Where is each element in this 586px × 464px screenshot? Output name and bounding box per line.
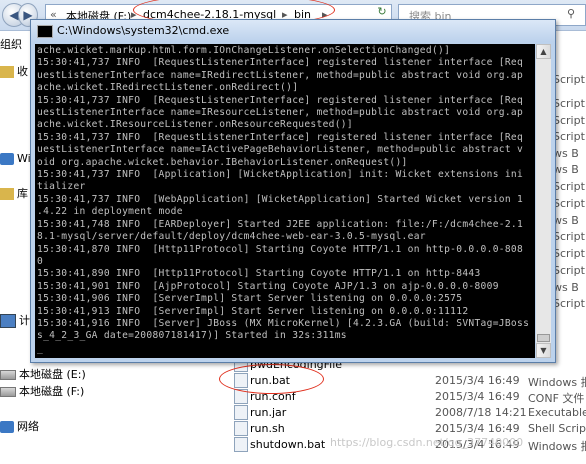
organize-menu[interactable]: 组织 bbox=[0, 36, 22, 52]
organize-label: 组织 bbox=[0, 38, 22, 51]
console-line: 15:30:41,890 INFO [Http11Protocol] Start… bbox=[37, 268, 481, 280]
console-line: 15:30:41,748 INFO [EARDeployer] Started … bbox=[37, 218, 524, 230]
file-type-text: Script bbox=[553, 297, 585, 310]
sidebar-item-library[interactable]: 库 bbox=[0, 185, 28, 201]
file-type-text: Script bbox=[553, 197, 585, 210]
network-icon bbox=[0, 153, 14, 165]
file-type: Windows 批 bbox=[528, 440, 586, 453]
file-name: run.sh bbox=[250, 422, 285, 435]
refresh-icon[interactable]: ↻ bbox=[374, 4, 390, 20]
sidebar-item-label: 库 bbox=[17, 187, 28, 200]
console-line: ache.wicket.IRedirectListener.onRedirect… bbox=[37, 82, 299, 94]
file-type-text: ws B bbox=[553, 214, 579, 227]
sidebar-item-computer[interactable]: 计 bbox=[0, 312, 30, 328]
file-type-text: Script bbox=[553, 114, 585, 127]
console-line: 15:30:41,901 INFO [AjpProtocol] Starting… bbox=[37, 280, 499, 292]
file-name: shutdown.bat bbox=[250, 438, 326, 451]
console-scrollbar[interactable]: ▲ ▼ bbox=[536, 44, 551, 358]
console-line: 15:30:41,737 INFO [Application] [WicketA… bbox=[37, 169, 524, 181]
console-line: 15:30:41,906 INFO [ServerImpl] Start Ser… bbox=[37, 293, 463, 305]
annotation-oval-run-bat bbox=[219, 364, 324, 394]
console-line: 0 bbox=[37, 255, 44, 267]
file-icon bbox=[234, 405, 248, 420]
console-line: ache.wicket.markup.html.form.IOnChangeLi… bbox=[37, 45, 451, 56]
file-type-text: Script bbox=[553, 264, 585, 277]
sidebar-item-label: 网络 bbox=[17, 420, 39, 433]
watermark: https://blog.csdn.net/qq_37740000 bbox=[330, 436, 524, 449]
console-line: 15:30:41,870 INFO [Http11Protocol] Start… bbox=[37, 243, 524, 255]
star-icon bbox=[0, 66, 14, 78]
console-line: 15:30:41,737 INFO [WebApplication] [Wick… bbox=[37, 193, 524, 205]
sidebar-item-label: 收 bbox=[17, 65, 28, 78]
console-line: 15:30:41,737 INFO [RequestListenerInterf… bbox=[37, 94, 524, 106]
console-line: ache.wicket.IResourceListener.onResource… bbox=[37, 119, 353, 131]
file-date: 2015/3/4 16:49 bbox=[435, 390, 520, 403]
file-type-text: ws B bbox=[553, 281, 579, 294]
sidebar-item-label: 计 bbox=[19, 314, 30, 327]
console-line: 15:30:41,913 INFO [ServerImpl] Start Ser… bbox=[37, 305, 469, 317]
sidebar-item-drive-e[interactable]: 本地磁盘 (E:) bbox=[0, 366, 86, 382]
file-type-text: Script bbox=[553, 97, 585, 110]
file-date: 2015/3/4 16:49 bbox=[435, 374, 520, 387]
sidebar-item-drive-f[interactable]: 本地磁盘 (F:) bbox=[0, 383, 84, 399]
console-line: uestListenerInterface name=IRedirectList… bbox=[37, 69, 524, 81]
list-item[interactable]: run.jar 2008/7/18 14:21 Executable bbox=[228, 404, 586, 420]
file-date: 2008/7/18 14:21 bbox=[435, 406, 527, 419]
file-type: Executable bbox=[528, 406, 586, 419]
console-text: ache.wicket.markup.html.form.IOnChangeLi… bbox=[35, 44, 535, 355]
console-line: s_4_2_3_GA date=200807181417)] Started i… bbox=[37, 330, 347, 342]
console-line: 8.1-mysql/server/default/deploy/dcm4chee… bbox=[37, 231, 426, 243]
cmd-title: C:\Windows\system32\cmd.exe bbox=[57, 24, 230, 37]
console-line: .4.22 in deployment mode bbox=[37, 206, 183, 218]
computer-icon bbox=[0, 314, 16, 328]
library-icon bbox=[0, 188, 14, 200]
file-type-text: Script bbox=[553, 247, 585, 260]
file-type-text: Script bbox=[553, 180, 585, 193]
console-line: oid org.apache.wicket.behavior.IBehavior… bbox=[37, 156, 408, 168]
search-icon: ⚲ bbox=[567, 7, 576, 20]
file-name: run.jar bbox=[250, 406, 287, 419]
file-type-text: ws B bbox=[553, 147, 579, 160]
sidebar-item-favorites[interactable]: 收 bbox=[0, 63, 28, 79]
console-line: uestListenerInterface name=IActivePageBe… bbox=[37, 144, 524, 156]
cmd-window[interactable]: C:\Windows\system32\cmd.exe ache.wicket.… bbox=[30, 19, 556, 363]
console-line: tializer bbox=[37, 181, 86, 193]
list-item[interactable]: run.sh 2015/3/4 16:49 Shell Script bbox=[228, 420, 586, 436]
file-type-text: ws B bbox=[553, 163, 579, 176]
drive-icon bbox=[0, 387, 16, 397]
console-line: 15:30:41,737 INFO [RequestListenerInterf… bbox=[37, 131, 524, 143]
cmd-titlebar[interactable]: C:\Windows\system32\cmd.exe bbox=[31, 20, 555, 42]
sidebar-item-label: 本地磁盘 (E:) bbox=[19, 368, 86, 381]
console-output[interactable]: ache.wicket.markup.html.form.IOnChangeLi… bbox=[35, 44, 535, 358]
console-line: _ bbox=[37, 342, 44, 354]
drive-icon bbox=[0, 370, 16, 380]
console-icon bbox=[37, 25, 53, 38]
bat-file-icon bbox=[234, 437, 248, 452]
scroll-down-icon[interactable]: ▼ bbox=[536, 343, 551, 358]
scroll-up-icon[interactable]: ▲ bbox=[536, 44, 551, 59]
sidebar-item-network[interactable]: 网络 bbox=[0, 418, 39, 434]
file-type-text: Script bbox=[553, 130, 585, 143]
file-type-text: Script bbox=[553, 73, 585, 86]
scroll-thumb[interactable] bbox=[537, 334, 550, 342]
console-line: uestListenerInterface name=IResourceList… bbox=[37, 107, 524, 119]
network-icon bbox=[0, 421, 14, 433]
file-icon bbox=[234, 421, 248, 436]
sidebar-item-label: 本地磁盘 (F:) bbox=[19, 385, 85, 398]
console-line: 15:30:41,916 INFO [Server] JBoss (MX Mic… bbox=[37, 317, 530, 329]
file-date: 2015/3/4 16:49 bbox=[435, 422, 520, 435]
file-type-text: Script bbox=[553, 230, 585, 243]
file-type: Shell Script bbox=[528, 422, 586, 435]
console-line: 15:30:41,737 INFO [RequestListenerInterf… bbox=[37, 57, 524, 69]
